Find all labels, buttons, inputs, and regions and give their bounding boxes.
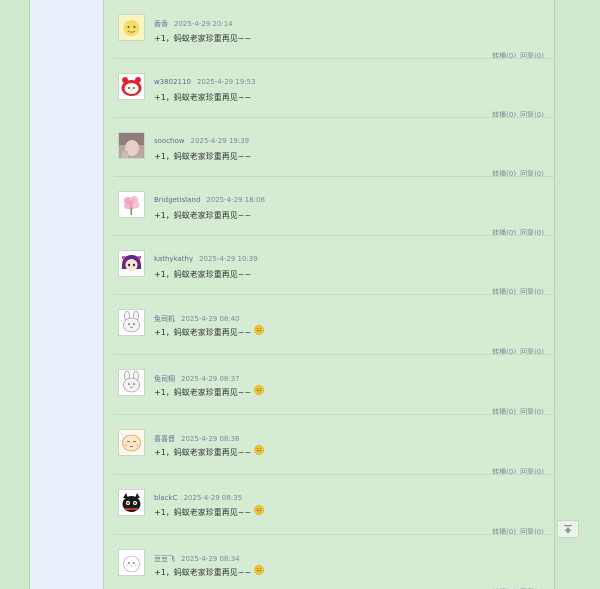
comment-meta: 豆豆飞 2025-4-29 08:34 — [154, 554, 240, 564]
comment-time: 2025-4-29 19:53 — [196, 78, 256, 86]
comment-author[interactable]: 免司机 — [154, 315, 175, 323]
comment-time: 2025-4-29 08:35 — [183, 494, 243, 502]
comment-meta: soochow 2025-4-29 19:39 — [154, 137, 249, 145]
comment-text: +1，蚂蚁老家珍重再见~~ — [154, 444, 265, 458]
comment-item: 豆豆飞2025-4-29 08:34+1，蚂蚁老家珍重再见~~转播(0)回复(0… — [104, 535, 554, 589]
comment-item: 喜喜晋 2025-4-29 08:36 +1，蚂蚁老家珍重再见~~ 转播(0) 回复(0… — [104, 415, 554, 476]
grin-emoji-icon — [254, 564, 265, 575]
cute-face-avatar — [119, 430, 144, 455]
bunny-avatar — [119, 370, 144, 395]
anime-girl-avatar — [119, 251, 144, 276]
comment-author[interactable]: kathykathy — [154, 255, 193, 263]
grin-emoji-icon — [254, 324, 265, 335]
avatar[interactable] — [118, 489, 145, 516]
comment-text: +1，蚂蚁老家珍重再见~~ — [154, 92, 251, 103]
comment-author[interactable]: blackC — [154, 494, 177, 502]
comment-text: +1，蚂蚁老家珍重再见~~ — [154, 33, 251, 44]
comment-text: +1，蚂蚁老家珍重再见~~ — [154, 564, 265, 578]
grin-emoji-icon — [254, 504, 265, 515]
avatar[interactable] — [118, 429, 145, 456]
comment-item: blackC 2025-4-29 08:35 +1，蚂蚁老家珍重再见~~ 转播(0) 回… — [104, 475, 554, 536]
comment-time: 2025-4-29 08:34 — [181, 555, 240, 563]
comment-author[interactable]: 豆豆飞 — [154, 555, 175, 563]
avatar[interactable] — [118, 309, 145, 336]
comment-time: 2025-4-29 08:40 — [181, 315, 240, 323]
comment-author[interactable]: 免司栩 — [154, 375, 175, 383]
comment-meta: kathykathy 2025-4-29 10:39 — [154, 255, 258, 263]
comment-author[interactable]: Bridgetisland — [154, 196, 200, 204]
avatar[interactable] — [118, 191, 145, 218]
comment-text: +1，蚂蚁老家珍重再见~~ — [154, 504, 265, 518]
white-chick-avatar — [119, 550, 144, 575]
comment-item: 香香 2025-4-29 20:14 +1，蚂蚁老家珍重再见~~ 转播(0) 回复(0) — [104, 0, 554, 60]
comment-item: soochow 2025-4-29 19:39 +1，蚂蚁老家珍重再见~~ 转播(0)… — [104, 118, 554, 178]
comment-item: Bridgetisland 2025-4-29 18:06 +1，蚂蚁老家珍重再见~… — [104, 177, 554, 237]
comment-time: 2025-4-29 08:37 — [181, 375, 240, 383]
grin-emoji-icon — [254, 384, 265, 395]
comment-body: +1，蚂蚁老家珍重再见~~ — [154, 388, 252, 397]
avatar[interactable] — [118, 369, 145, 396]
comment-body: +1，蚂蚁老家珍重再见~~ — [154, 328, 252, 337]
comment-meta: 喜喜晋 2025-4-29 08:36 — [154, 434, 240, 444]
comment-time: 2025-4-29 18:06 — [206, 196, 265, 204]
comment-body: +1，蚂蚁老家珍重再见~~ — [154, 508, 252, 517]
comment-body: +1，蚂蚁老家珍重再见~~ — [154, 152, 252, 161]
comment-time: 2025-4-29 20:14 — [174, 20, 233, 28]
comment-text: +1，蚂蚁老家珍重再见~~ — [154, 384, 265, 398]
comment-item: kathykathy 2025-4-29 10:39 +1，蚂蚁老家珍重再见~~ 转播… — [104, 236, 554, 296]
left-panel — [30, 0, 104, 589]
comment-body: +1，蚂蚁老家珍重再见~~ — [154, 34, 252, 43]
comment-author[interactable]: w3802110 — [154, 78, 191, 86]
comment-body: +1，蚂蚁老家珍重再见~~ — [154, 93, 252, 102]
comment-time: 2025-4-29 10:39 — [199, 255, 258, 263]
back-to-top-icon — [564, 525, 572, 533]
comment-text: +1，蚂蚁老家珍重再见~~ — [154, 210, 251, 221]
comment-item: 免司机 2025-4-29 08:40 +1，蚂蚁老家珍重再见~~ 转播(0) 回复(0… — [104, 295, 554, 356]
avatar[interactable] — [118, 132, 145, 159]
comment-item: w3802110 2025-4-29 19:53 +1，蚂蚁老家珍重再见~~ 转播(0… — [104, 59, 554, 119]
avatar[interactable] — [118, 73, 145, 100]
comment-body: +1，蚂蚁老家珍重再见~~ — [154, 270, 252, 279]
comment-meta: 免司机 2025-4-29 08:40 — [154, 314, 240, 324]
comment-text: +1，蚂蚁老家珍重再见~~ — [154, 269, 251, 280]
comment-author[interactable]: soochow — [154, 137, 185, 145]
avatar[interactable] — [118, 250, 145, 277]
yellow-face-avatar — [119, 15, 144, 40]
comment-body: +1，蚂蚁老家珍重再见~~ — [154, 211, 252, 220]
comment-meta: w3802110 2025-4-29 19:53 — [154, 78, 256, 86]
back-to-top-button[interactable] — [557, 520, 579, 538]
bunny-avatar — [119, 310, 144, 335]
photo-avatar — [119, 133, 144, 158]
comment-item: 免司栩 2025-4-29 08:37 +1，蚂蚁老家珍重再见~~ 转播(0) 回复(0… — [104, 355, 554, 416]
comment-text: +1，蚂蚁老家珍重再见~~ — [154, 324, 265, 338]
comment-author[interactable]: 香香 — [154, 20, 168, 28]
comment-author[interactable]: 喜喜晋 — [154, 435, 175, 443]
comment-body: +1，蚂蚁老家珍重再见~~ — [154, 568, 252, 577]
avatar[interactable] — [118, 14, 145, 41]
black-cat-avatar — [119, 490, 144, 515]
pink-flower-avatar — [119, 192, 144, 217]
comment-list: 香香 2025-4-29 20:14 +1，蚂蚁老家珍重再见~~ 转播(0) 回复(0)… — [104, 0, 554, 589]
comment-time: 2025-4-29 08:36 — [181, 435, 240, 443]
comment-time: 2025-4-29 19:39 — [190, 137, 250, 145]
grin-emoji-icon — [254, 444, 265, 455]
comment-meta: blackC 2025-4-29 08:35 — [154, 494, 242, 502]
comment-meta: 免司栩 2025-4-29 08:37 — [154, 374, 240, 384]
hello-kitty-avatar — [119, 74, 144, 99]
comment-meta: 香香 2025-4-29 20:14 — [154, 19, 233, 29]
comment-body: +1，蚂蚁老家珍重再见~~ — [154, 448, 252, 457]
comment-text: +1，蚂蚁老家珍重再见~~ — [154, 151, 251, 162]
right-border — [554, 0, 555, 589]
avatar[interactable] — [118, 549, 145, 576]
comment-meta: Bridgetisland 2025-4-29 18:06 — [154, 196, 265, 204]
